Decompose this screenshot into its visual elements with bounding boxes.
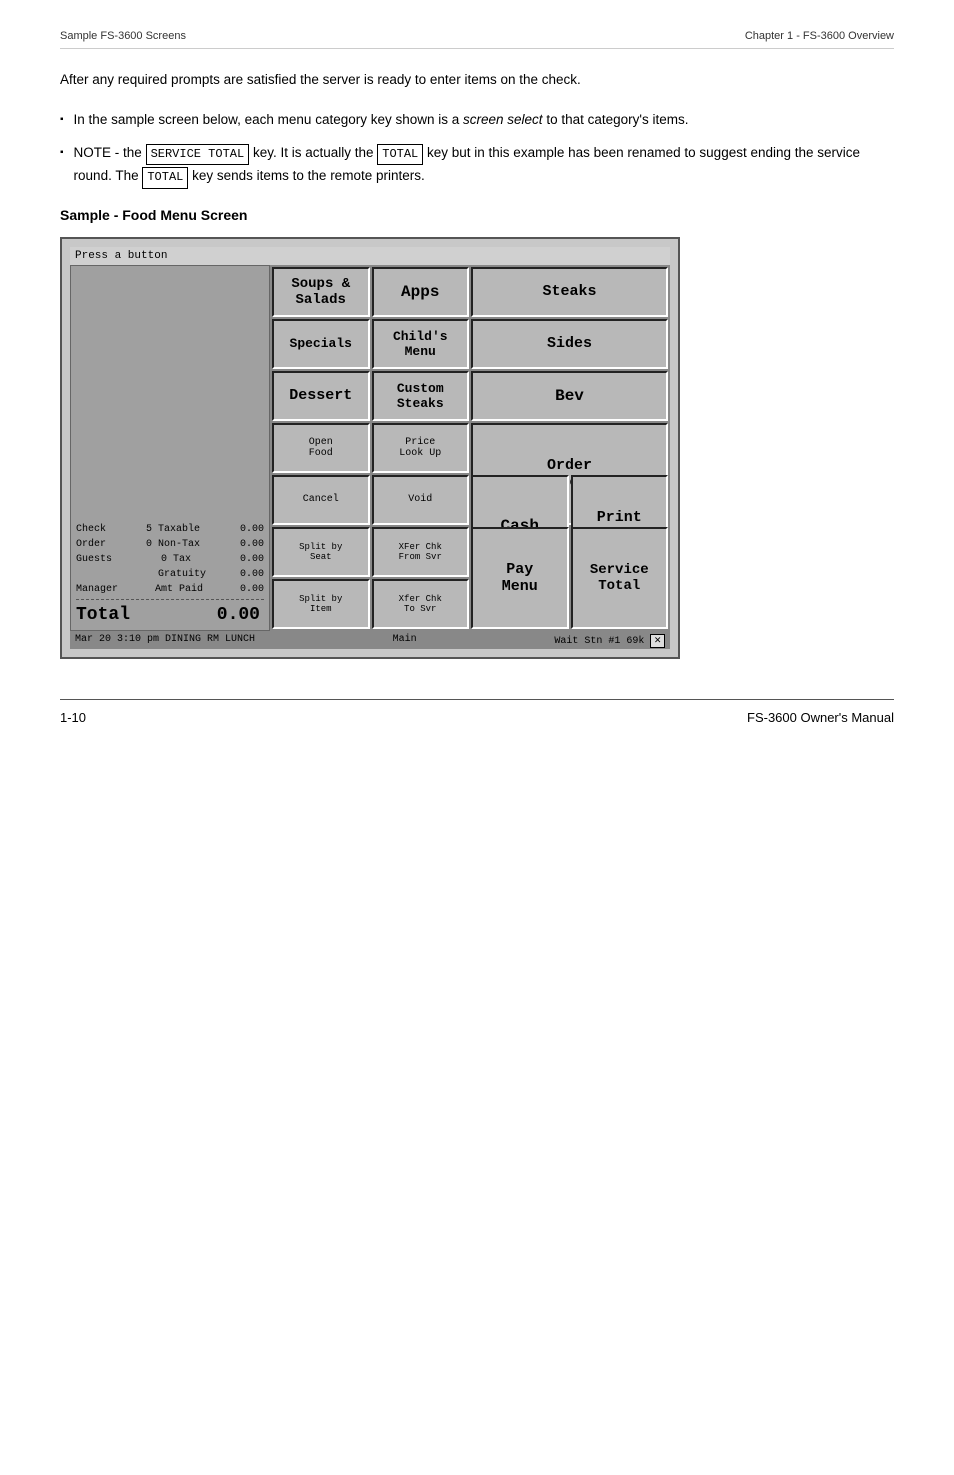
btn-steaks[interactable]: Steaks <box>471 267 668 317</box>
check-row-4: Gratuity 0.00 <box>76 567 264 582</box>
tax-val: 0.00 <box>240 552 264 567</box>
intro-paragraph: After any required prompts are satisfied… <box>60 69 894 91</box>
btn-pay-menu[interactable]: Pay Menu <box>471 527 569 629</box>
pos-screen-wrapper: Press a button Check 5 Taxable 0.00 Orde… <box>60 237 680 659</box>
check-guests-label: 5 Taxable <box>146 522 200 537</box>
pos-check-info: Check 5 Taxable 0.00 Order 0 Non-Tax 0.0… <box>76 522 264 602</box>
total-key-1: TOTAL <box>377 144 423 165</box>
status-x-button[interactable]: ✕ <box>650 634 665 648</box>
btn-open-food[interactable]: Open Food <box>272 423 370 473</box>
check-label: Check <box>76 522 106 537</box>
page-footer: 1-10 FS-3600 Owner's Manual <box>60 699 894 725</box>
service-total-key: SERVICE TOTAL <box>146 144 250 165</box>
pos-total-row: Total 0.00 <box>76 605 264 625</box>
bullet-list: ▪ In the sample screen below, each menu … <box>60 109 894 189</box>
btn-void[interactable]: Void <box>372 475 470 525</box>
status-left: Mar 20 3:10 pm DINING RM LUNCH <box>75 634 255 645</box>
bullet-icon-2: ▪ <box>60 145 64 161</box>
order-label: Order <box>76 537 106 552</box>
check-row-1: Check 5 Taxable 0.00 <box>76 522 264 537</box>
btn-dessert[interactable]: Dessert <box>272 371 370 421</box>
btn-service-total[interactable]: Service Total <box>571 527 669 629</box>
btn-price-lookup[interactable]: Price Look Up <box>372 423 470 473</box>
status-center: Main <box>393 634 417 645</box>
footer-right: FS-3600 Owner's Manual <box>747 710 894 725</box>
total-label: Total <box>76 605 130 625</box>
pos-top-bar: Press a button <box>70 247 670 265</box>
taxable-val: 0.00 <box>240 522 264 537</box>
btn-custom-steaks[interactable]: Custom Steaks <box>372 371 470 421</box>
pos-screen: Press a button Check 5 Taxable 0.00 Orde… <box>70 247 670 649</box>
btn-specials[interactable]: Specials <box>272 319 370 369</box>
btn-split-item[interactable]: Split by Item <box>272 579 370 629</box>
btn-apps[interactable]: Apps <box>372 267 470 317</box>
btn-bev[interactable]: Bev <box>471 371 668 421</box>
btn-sides[interactable]: Sides <box>471 319 668 369</box>
bullet-item-1: ▪ In the sample screen below, each menu … <box>60 109 894 131</box>
pos-left-panel: Check 5 Taxable 0.00 Order 0 Non-Tax 0.0… <box>70 265 270 631</box>
amtpaid-label: Amt Paid <box>155 582 203 597</box>
gratuity-val: 0.00 <box>240 567 264 582</box>
btn-split-seat[interactable]: Split by Seat <box>272 527 370 577</box>
status-right-text: Wait Stn #1 69k <box>554 636 644 647</box>
page-header: Sample FS-3600 Screens Chapter 1 - FS-36… <box>60 30 894 49</box>
manager-label: Manager <box>76 582 118 597</box>
pos-main: Check 5 Taxable 0.00 Order 0 Non-Tax 0.0… <box>70 265 670 631</box>
total-divider <box>76 599 264 600</box>
btn-cancel[interactable]: Cancel <box>272 475 370 525</box>
btn-xfer-to[interactable]: Xfer Chk To Svr <box>372 579 470 629</box>
guests-label: Guests <box>76 552 112 567</box>
status-right: Wait Stn #1 69k ✕ <box>554 633 665 647</box>
bullet-item-2: ▪ NOTE - the SERVICE TOTAL key. It is ac… <box>60 142 894 188</box>
bullet-icon-1: ▪ <box>60 112 64 128</box>
btn-soups-salads[interactable]: Soups & Salads <box>272 267 370 317</box>
check-row-2: Order 0 Non-Tax 0.00 <box>76 537 264 552</box>
tax-label: 0 Tax <box>161 552 191 567</box>
btn-xfer-from[interactable]: XFer Chk From Svr <box>372 527 470 577</box>
pos-button-grid: Soups & SaladsAppsSteaks SpecialsChild's … <box>270 265 670 631</box>
header-left: Sample FS-3600 Screens <box>60 30 186 42</box>
gratuity-spacer <box>76 567 124 582</box>
amtpaid-val: 0.00 <box>240 582 264 597</box>
pos-status-bar: Mar 20 3:10 pm DINING RM LUNCH Main Wait… <box>70 631 670 649</box>
nontax-val: 0.00 <box>240 537 264 552</box>
section-title: Sample - Food Menu Screen <box>60 207 894 223</box>
total-key-2: TOTAL <box>142 167 188 188</box>
check-row-3: Guests 0 Tax 0.00 <box>76 552 264 567</box>
nontax-label: 0 Non-Tax <box>146 537 200 552</box>
btn-childs-menu[interactable]: Child's Menu <box>372 319 470 369</box>
bullet-text-2: NOTE - the SERVICE TOTAL key. It is actu… <box>74 142 894 188</box>
footer-left: 1-10 <box>60 710 86 725</box>
header-right: Chapter 1 - FS-3600 Overview <box>745 30 894 42</box>
gratuity-label: Gratuity <box>158 567 206 582</box>
check-row-5: Manager Amt Paid 0.00 <box>76 582 264 597</box>
bullet-text-1: In the sample screen below, each menu ca… <box>74 109 689 131</box>
total-val: 0.00 <box>217 605 260 625</box>
